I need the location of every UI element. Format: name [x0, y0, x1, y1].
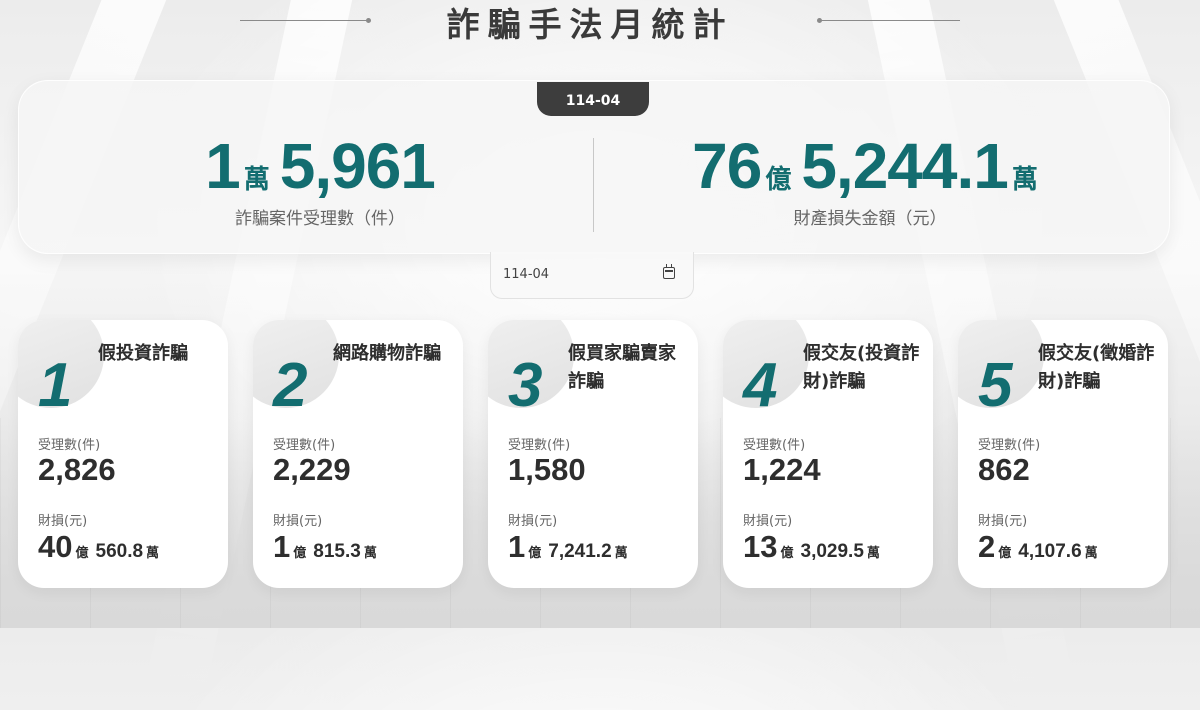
- loss-label: 財損(元): [743, 514, 793, 529]
- loss-wan-value: 4,107.6: [1018, 541, 1082, 562]
- yi-unit: 億: [293, 546, 307, 561]
- loss-wan-value: 3,029.5: [800, 541, 864, 562]
- total-cases-stat: 1 萬 5,961 詐騙案件受理數（件）: [150, 130, 490, 229]
- page-title: 詐騙手法月統計: [446, 5, 734, 44]
- loss-wan-value: 7,241.2: [548, 541, 612, 562]
- loss-value: 40 億 560.8 萬: [38, 529, 166, 565]
- case-count-value: 1,224: [743, 452, 821, 487]
- total-cases-label: 詐騙案件受理數（件）: [235, 209, 405, 229]
- total-loss-yi: 76: [692, 130, 762, 202]
- case-count-label: 受理數(件): [978, 438, 1041, 453]
- title-row: 詐騙手法月統計: [0, 0, 1200, 44]
- loss-yi-value: 1: [273, 529, 291, 564]
- loss-value: 2 億 4,107.6 萬: [978, 529, 1105, 565]
- loss-yi-value: 2: [978, 529, 996, 564]
- fraud-rank-card: 4 假交友(投資詐財)詐騙 受理數(件) 1,224 財損(元) 13 億 3,02…: [723, 320, 933, 588]
- total-cases-wan: 1: [205, 130, 241, 202]
- loss-yi-value: 1: [508, 529, 526, 564]
- total-cases-rest: 5,961: [279, 130, 436, 202]
- rank-number: 1: [38, 351, 73, 420]
- wan-unit: 萬: [1084, 546, 1098, 561]
- yi-unit: 億: [528, 546, 542, 561]
- total-cases-value: 1 萬 5,961: [150, 130, 490, 202]
- loss-label: 財損(元): [273, 514, 323, 529]
- case-count-value: 862: [978, 452, 1030, 487]
- calendar-icon[interactable]: [663, 264, 675, 279]
- title-divider-right: [820, 20, 960, 21]
- rank-number: 5: [978, 351, 1013, 420]
- case-count-value: 2,229: [273, 452, 351, 487]
- fraud-type-name: 假買家騙賣家詐騙: [568, 343, 676, 392]
- wan-unit: 萬: [866, 546, 880, 561]
- summary-divider: [593, 138, 594, 232]
- yi-unit: 億: [765, 165, 792, 195]
- yi-unit: 億: [998, 546, 1012, 561]
- loss-label: 財損(元): [508, 514, 558, 529]
- case-count-label: 受理數(件): [38, 438, 101, 453]
- fraud-type-name: 網路購物詐騙: [333, 343, 441, 364]
- fraud-rank-card: 2 網路購物詐騙 受理數(件) 2,229 財損(元) 1 億 815.3 萬: [253, 320, 463, 588]
- fraud-rank-card: 5 假交友(徵婚詐財)詐騙 受理數(件) 862 財損(元) 2 億 4,107.6…: [958, 320, 1168, 588]
- rank-number: 3: [508, 351, 543, 420]
- case-count-value: 2,826: [38, 452, 116, 487]
- case-count-label: 受理數(件): [743, 438, 806, 453]
- loss-value: 1 億 815.3 萬: [273, 529, 384, 565]
- loss-wan-value: 560.8: [95, 541, 144, 562]
- loss-yi-value: 13: [743, 529, 778, 564]
- wan-unit: 萬: [363, 546, 377, 561]
- total-loss-stat: 76 億 5,244.1 萬 財產損失金額（元）: [640, 130, 1100, 229]
- loss-label: 財損(元): [38, 514, 88, 529]
- period-tab: 114-04: [537, 82, 649, 116]
- fraud-rank-card: 3 假買家騙賣家詐騙 受理數(件) 1,580 財損(元) 1 億 7,241.2 萬: [488, 320, 698, 588]
- loss-wan-value: 815.3: [313, 541, 361, 562]
- case-count-label: 受理數(件): [508, 438, 571, 453]
- total-loss-label: 財產損失金額（元）: [793, 209, 947, 229]
- date-picker-value: 114-04: [503, 267, 550, 282]
- rank-number: 4: [743, 351, 778, 420]
- fraud-rank-card: 1 假投資詐騙 受理數(件) 2,826 財損(元) 40 億 560.8 萬: [18, 320, 228, 588]
- month-date-picker[interactable]: 114-04: [490, 252, 694, 299]
- fraud-type-name: 假投資詐騙: [98, 343, 188, 364]
- loss-value: 13 億 3,029.5 萬: [743, 529, 887, 565]
- loss-value: 1 億 7,241.2 萬: [508, 529, 635, 565]
- yi-unit: 億: [780, 546, 794, 561]
- total-loss-value: 76 億 5,244.1 萬: [640, 130, 1100, 202]
- case-count-value: 1,580: [508, 452, 586, 487]
- fraud-type-name: 假交友(徵婚詐財)詐騙: [1038, 343, 1155, 392]
- fraud-type-name: 假交友(投資詐財)詐騙: [803, 343, 920, 392]
- total-loss-wan: 5,244.1: [801, 130, 1009, 202]
- case-count-label: 受理數(件): [273, 438, 336, 453]
- yi-unit: 億: [75, 546, 89, 561]
- loss-yi-value: 40: [38, 529, 73, 564]
- wan-unit: 萬: [146, 546, 160, 561]
- loss-label: 財損(元): [978, 514, 1028, 529]
- wan-unit: 萬: [614, 546, 628, 561]
- wan-unit: 萬: [243, 165, 270, 195]
- rank-number: 2: [273, 351, 308, 420]
- wan-unit: 萬: [1011, 165, 1038, 195]
